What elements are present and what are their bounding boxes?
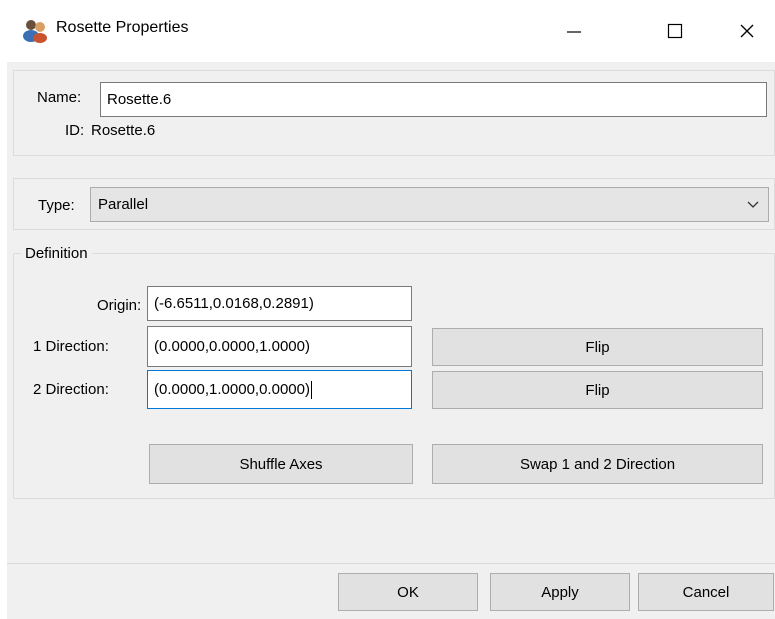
type-label: Type: <box>38 197 75 214</box>
minimize-icon <box>567 31 581 33</box>
id-value: Rosette.6 <box>91 122 156 139</box>
close-button[interactable] <box>719 0 775 62</box>
window-title: Rosette Properties <box>56 19 189 36</box>
text-caret <box>310 380 312 399</box>
flip-direction-1-button[interactable]: Flip <box>432 328 763 366</box>
apply-button[interactable]: Apply <box>490 573 630 611</box>
title-bar: Rosette Properties <box>0 0 775 62</box>
flip-direction-2-button[interactable]: Flip <box>432 371 763 409</box>
name-label: Name: <box>37 89 82 106</box>
direction-1-field[interactable]: (0.0000,0.0000,1.0000) <box>147 326 412 367</box>
name-field[interactable]: Rosette.6 <box>100 82 767 117</box>
definition-legend: Definition <box>21 245 92 262</box>
direction-2-label: 2 Direction: <box>33 381 109 398</box>
chevron-down-icon <box>746 198 760 216</box>
direction-2-value: (0.0000,1.0000,0.0000) <box>154 381 310 398</box>
maximize-button[interactable] <box>647 0 703 62</box>
cancel-button[interactable]: Cancel <box>638 573 774 611</box>
footer-divider <box>7 563 775 564</box>
direction-2-field[interactable]: (0.0000,1.0000,0.0000) <box>147 370 412 409</box>
ok-button[interactable]: OK <box>338 573 478 611</box>
rosette-app-icon <box>22 17 48 43</box>
type-selected-value: Parallel <box>98 196 149 213</box>
minimize-button[interactable] <box>546 0 602 62</box>
origin-field[interactable]: (-6.6511,0.0168,0.2891) <box>147 286 412 321</box>
type-dropdown[interactable]: Parallel <box>90 187 769 222</box>
id-label: ID: <box>65 122 85 139</box>
swap-directions-button[interactable]: Swap 1 and 2 Direction <box>432 444 763 484</box>
close-icon <box>740 24 754 38</box>
shuffle-axes-button[interactable]: Shuffle Axes <box>149 444 413 484</box>
direction-1-label: 1 Direction: <box>33 338 109 355</box>
origin-label: Origin: <box>97 297 142 314</box>
maximize-icon <box>667 23 683 39</box>
